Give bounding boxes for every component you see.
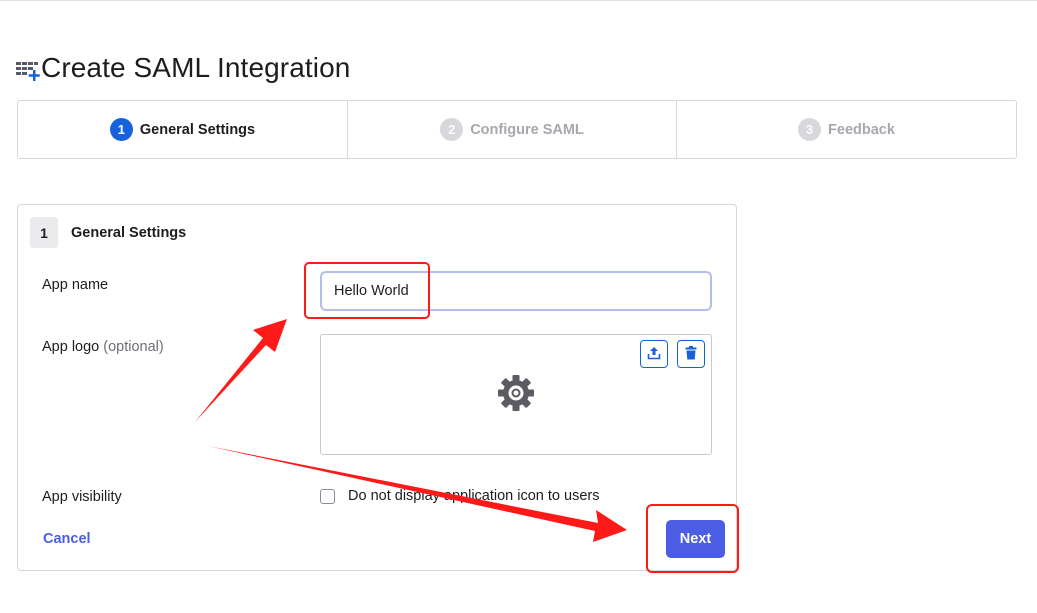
step-feedback[interactable]: 3 Feedback [676,101,1016,158]
app-logo-label-text: App logo [42,339,100,355]
step-configure-saml[interactable]: 2 Configure SAML [347,101,676,158]
app-logo-label: App logo (optional) [42,339,164,355]
upload-icon [647,346,661,363]
top-divider [0,0,1037,1]
hide-icon-checkbox[interactable] [320,489,335,504]
page-title: Create SAML Integration [41,52,351,83]
step-label: Configure SAML [470,121,584,138]
step-number: 3 [798,118,822,141]
section-number: 1 [30,217,58,248]
trash-icon [685,345,697,363]
general-settings-card: 1 General Settings App name App logo (op… [17,204,737,571]
wizard-stepper: 1 General Settings 2 Configure SAML 3 Fe… [17,100,1017,159]
app-grid-plus-icon [16,54,40,82]
page-header: Create SAML Integration [16,52,350,84]
gear-icon [497,374,535,412]
step-number: 1 [109,118,133,141]
step-label: General Settings [139,121,256,138]
app-logo-dropzone[interactable] [320,334,712,455]
section-header: 1 General Settings [30,217,186,248]
app-name-input[interactable] [320,271,712,311]
app-visibility-label: App visibility [42,489,122,505]
step-general-settings[interactable]: 1 General Settings [18,101,347,158]
cancel-button[interactable]: Cancel [43,531,91,547]
step-label: Feedback [828,121,895,138]
step-number: 2 [440,118,464,141]
optional-hint: (optional) [103,339,164,355]
next-button[interactable]: Next [666,520,725,558]
upload-logo-button[interactable] [640,340,668,368]
hide-icon-checkbox-label[interactable]: Do not display application icon to users [348,488,599,504]
app-name-label: App name [42,277,109,293]
section-title: General Settings [71,224,187,241]
delete-logo-button[interactable] [677,340,705,368]
